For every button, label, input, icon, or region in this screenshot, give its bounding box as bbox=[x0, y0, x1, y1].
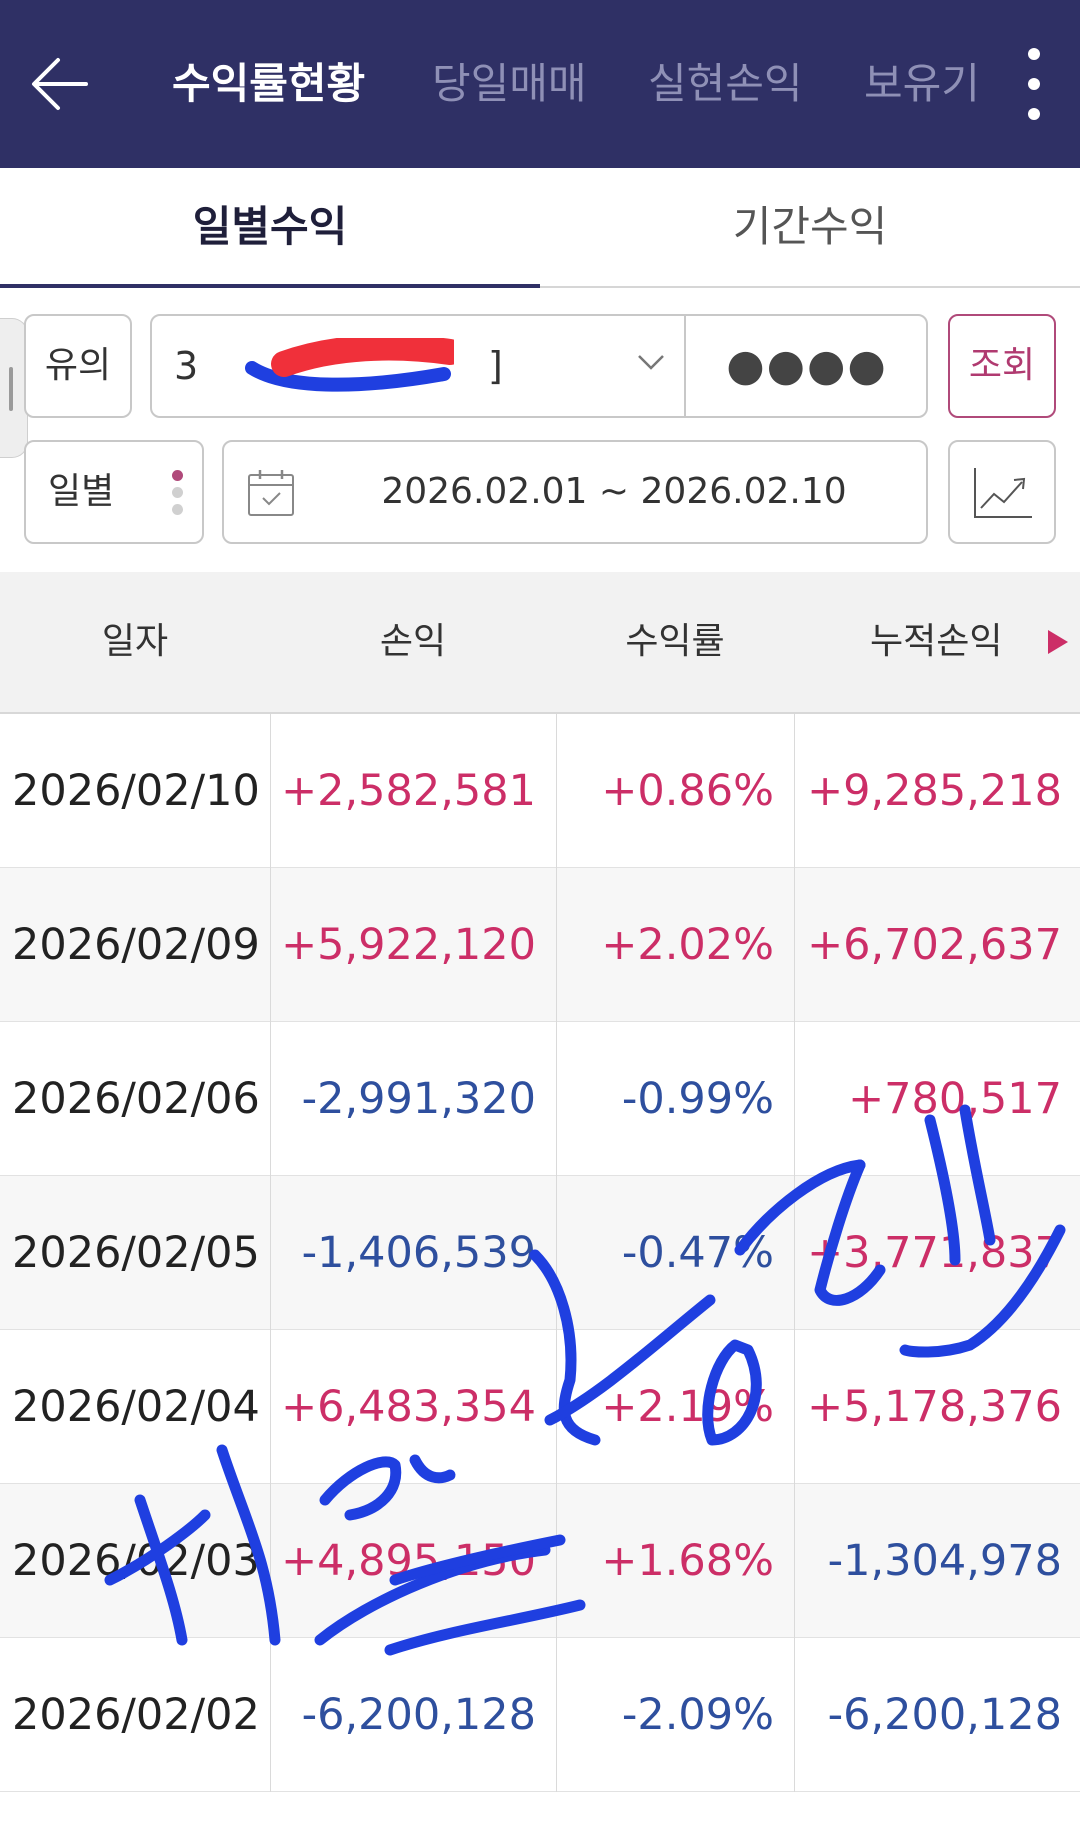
column-header-date: 일자 bbox=[101, 621, 169, 662]
cell-cumulative: +9,285,218 bbox=[807, 766, 1062, 816]
active-tab-indicator bbox=[0, 284, 540, 288]
arrow-left-icon[interactable] bbox=[24, 44, 104, 124]
subtab-period-return[interactable]: 기간수익 bbox=[540, 168, 1080, 286]
account-number-prefix: 3 bbox=[174, 344, 199, 388]
date-range-text: 2026.02.01 ~ 2026.02.10 bbox=[381, 471, 847, 512]
cell-date: 2026/02/09 bbox=[12, 920, 260, 970]
subtab-daily-return[interactable]: 일별수익 bbox=[0, 168, 540, 286]
column-divider bbox=[556, 714, 557, 1792]
tab-holdings-label: 보유기 bbox=[864, 59, 976, 108]
cell-date: 2026/02/06 bbox=[12, 1074, 260, 1124]
table-row[interactable]: 2026/02/09 +5,922,120 +2.02% +6,702,637 bbox=[0, 868, 1080, 1022]
cell-cumulative: -1,304,978 bbox=[827, 1536, 1062, 1586]
cell-rate: +2.02% bbox=[601, 920, 774, 970]
table-row[interactable]: 2026/02/04 +6,483,354 +2.19% +5,178,376 bbox=[0, 1330, 1080, 1484]
password-field[interactable]: ●●●● bbox=[686, 316, 928, 416]
account-number-suffix: ] bbox=[488, 344, 503, 388]
cell-cumulative: +3,771,837 bbox=[807, 1228, 1062, 1278]
account-select[interactable]: 3 ] ●●●● bbox=[150, 314, 928, 418]
subtab-bar: 일별수익 기간수익 bbox=[0, 168, 1080, 288]
date-range-picker[interactable]: 2026.02.01 ~ 2026.02.10 bbox=[222, 440, 928, 544]
tab-day-trading[interactable]: 당일매매 bbox=[432, 56, 587, 112]
cell-date: 2026/02/10 bbox=[12, 766, 260, 816]
period-label: 일별 bbox=[48, 471, 115, 512]
cell-rate: +2.19% bbox=[601, 1382, 774, 1432]
tab-holdings-clipped[interactable]: 보유기 bbox=[858, 56, 976, 112]
cell-date: 2026/02/03 bbox=[12, 1536, 260, 1586]
scroll-right-arrow-icon[interactable] bbox=[1046, 628, 1070, 656]
cell-rate: -2.09% bbox=[621, 1690, 774, 1740]
column-header-cumulative: 누적손익 bbox=[870, 621, 1003, 662]
calendar-icon bbox=[248, 470, 294, 516]
cell-rate: -0.99% bbox=[621, 1074, 774, 1124]
table-row[interactable]: 2026/02/10 +2,582,581 +0.86% +9,285,218 bbox=[0, 714, 1080, 868]
cell-cumulative: +780,517 bbox=[848, 1074, 1062, 1124]
query-button[interactable]: 조회 bbox=[948, 314, 1056, 418]
line-chart-icon bbox=[974, 468, 1032, 518]
cell-rate: +0.86% bbox=[601, 766, 774, 816]
cell-pl: -6,200,128 bbox=[301, 1690, 536, 1740]
cell-date: 2026/02/05 bbox=[12, 1228, 260, 1278]
table-row[interactable]: 2026/02/02 -6,200,128 -2.09% -6,200,128 bbox=[0, 1638, 1080, 1792]
column-header-rate: 수익률 bbox=[625, 621, 725, 662]
column-divider bbox=[794, 714, 795, 1792]
top-app-bar: 수익률현황 당일매매 실현손익 보유기 bbox=[0, 0, 1080, 168]
cell-pl: -2,991,320 bbox=[301, 1074, 536, 1124]
vertical-dots-icon bbox=[172, 470, 186, 520]
cell-date: 2026/02/04 bbox=[12, 1382, 260, 1432]
cell-cumulative: +6,702,637 bbox=[807, 920, 1062, 970]
cell-pl: +4,895,150 bbox=[281, 1536, 536, 1586]
tab-realized-pl[interactable]: 실현손익 bbox=[648, 56, 803, 112]
cell-date: 2026/02/02 bbox=[12, 1690, 260, 1740]
table-row[interactable]: 2026/02/05 -1,406,539 -0.47% +3,771,837 bbox=[0, 1176, 1080, 1330]
period-select[interactable]: 일별 bbox=[24, 440, 204, 544]
cell-pl: +6,483,354 bbox=[281, 1382, 536, 1432]
cell-pl: +2,582,581 bbox=[281, 766, 536, 816]
tab-return-status[interactable]: 수익률현황 bbox=[172, 56, 365, 112]
cell-cumulative: -6,200,128 bbox=[827, 1690, 1062, 1740]
chart-view-button[interactable] bbox=[948, 440, 1056, 544]
cell-cumulative: +5,178,376 bbox=[807, 1382, 1062, 1432]
cell-rate: +1.68% bbox=[601, 1536, 774, 1586]
cell-pl: +5,922,120 bbox=[281, 920, 536, 970]
cell-rate: -0.47% bbox=[621, 1228, 774, 1278]
table-row[interactable]: 2026/02/03 +4,895,150 +1.68% -1,304,978 bbox=[0, 1484, 1080, 1638]
chevron-down-icon bbox=[638, 355, 664, 370]
account-type-button[interactable]: 유의 bbox=[24, 314, 132, 418]
table-row[interactable]: 2026/02/06 -2,991,320 -0.99% +780,517 bbox=[0, 1022, 1080, 1176]
kebab-menu-icon[interactable] bbox=[1020, 48, 1048, 120]
column-header-pl: 손익 bbox=[379, 621, 447, 662]
account-redaction-mark bbox=[245, 338, 454, 392]
column-divider bbox=[270, 714, 271, 1792]
cell-pl: -1,406,539 bbox=[301, 1228, 536, 1278]
table-header: 일자 손익 수익률 누적손익 bbox=[0, 572, 1080, 714]
